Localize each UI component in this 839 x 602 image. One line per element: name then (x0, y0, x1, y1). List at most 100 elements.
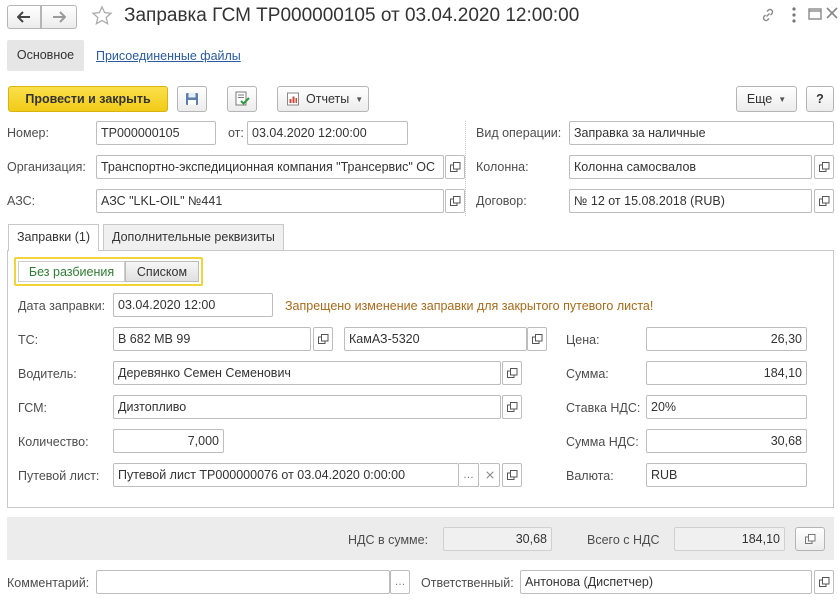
toggle-list[interactable]: Списком (125, 261, 199, 282)
open-form-icon (449, 161, 460, 172)
organization-field[interactable]: Транспортно-экспедиционная компания "Тра… (96, 155, 444, 179)
operation-label: Вид операции: (476, 126, 562, 140)
vehicle-model-field[interactable]: КамАЗ-5320 (344, 327, 527, 351)
price-field[interactable]: 26,30 (646, 327, 807, 351)
vehicle-model-open-button[interactable] (527, 327, 547, 351)
link-icon (762, 8, 774, 22)
help-button[interactable]: ? (806, 86, 834, 112)
open-form-icon (506, 367, 517, 378)
fuel-field[interactable]: Дизтопливо (113, 395, 501, 419)
driver-label: Водитель: (18, 367, 77, 381)
reports-button[interactable]: Отчеты ▼ (277, 86, 369, 112)
open-form-icon (804, 533, 815, 544)
arrow-left-icon (17, 11, 30, 23)
post-document-icon (235, 91, 250, 106)
waybill-clear-button[interactable] (480, 463, 500, 487)
vat-in-sum-field: 30,68 (443, 527, 552, 551)
open-form-icon (818, 195, 829, 206)
total-with-vat-label: Всего с НДС (587, 533, 660, 547)
more-label: Еще (746, 92, 773, 106)
refuel-date-label: Дата заправки: (18, 299, 106, 313)
page-title: Заправка ГСМ ТР000000105 от 03.04.2020 1… (124, 5, 580, 26)
tab-extra-attributes[interactable]: Дополнительные реквизиты (103, 224, 284, 250)
organization-open-button[interactable] (445, 155, 465, 179)
totals-open-button[interactable] (795, 527, 825, 551)
toggle-no-split[interactable]: Без разбиения (18, 261, 125, 282)
fuel-open-button[interactable] (502, 395, 522, 419)
vat-in-sum-label: НДС в сумме: (348, 533, 429, 547)
open-form-icon (449, 195, 460, 206)
section-files-link[interactable]: Присоединенные файлы (96, 48, 241, 64)
azs-field[interactable]: АЗС "LKL-OIL" №441 (96, 189, 444, 213)
warning-text: Запрещено изменение заправки для закрыто… (285, 299, 654, 313)
post-button[interactable] (227, 86, 257, 112)
number-label: Номер: (7, 126, 49, 140)
clear-icon (485, 471, 494, 479)
total-with-vat-field: 184,10 (674, 527, 785, 551)
column-label: Колонна: (476, 160, 529, 174)
currency-label: Валюта: (566, 469, 614, 483)
contract-field[interactable]: № 12 от 15.08.2018 (RUB) (569, 189, 812, 213)
tab-refuels[interactable]: Заправки (1) (8, 224, 100, 251)
date-field[interactable]: 03.04.2020 12:00:00 (247, 121, 408, 145)
contract-open-button[interactable] (814, 189, 834, 213)
waybill-open-button[interactable] (502, 463, 522, 487)
vehicle-label: ТС: (18, 333, 39, 347)
open-form-icon (317, 333, 328, 344)
organization-label: Организация: (7, 160, 86, 174)
responsible-field[interactable]: Антонова (Диспетчер) (520, 570, 812, 594)
chevron-down-icon: ▼ (355, 94, 364, 104)
comment-field[interactable] (96, 570, 390, 594)
reports-label: Отчеты (306, 92, 350, 106)
price-label: Цена: (566, 333, 600, 347)
more-button[interactable]: Еще ▼ (736, 86, 797, 112)
quantity-label: Количество: (18, 435, 89, 449)
sum-label: Сумма: (566, 367, 609, 381)
column-open-button[interactable] (814, 155, 834, 179)
azs-label: АЗС: (7, 194, 36, 208)
azs-open-button[interactable] (445, 189, 465, 213)
quantity-field[interactable]: 7,000 (113, 429, 224, 453)
waybill-label: Путевой лист: (18, 469, 100, 483)
open-form-icon (506, 469, 517, 480)
maximize-button[interactable] (808, 7, 822, 21)
star-icon (91, 5, 113, 25)
date-label: от: (228, 126, 244, 140)
driver-open-button[interactable] (502, 361, 522, 385)
maximize-icon (808, 8, 822, 20)
save-button[interactable] (177, 86, 207, 112)
open-form-icon (818, 576, 829, 587)
close-icon (826, 7, 838, 19)
open-form-icon (506, 401, 517, 412)
section-main[interactable]: Основное (7, 40, 84, 71)
vat-sum-label: Сумма НДС: (566, 435, 639, 449)
comment-label: Комментарий: (7, 576, 90, 590)
vehicle-open-button[interactable] (313, 327, 333, 351)
favorite-button[interactable] (91, 5, 115, 27)
column-field[interactable]: Колонна самосвалов (569, 155, 812, 179)
driver-field[interactable]: Деревянко Семен Семенович (113, 361, 501, 385)
responsible-label: Ответственный: (421, 576, 514, 590)
sum-field[interactable]: 184,10 (646, 361, 807, 385)
kebab-icon (792, 7, 796, 23)
currency-field[interactable]: RUB (646, 463, 807, 487)
close-button[interactable] (826, 7, 838, 21)
waybill-select-button[interactable]: … (459, 463, 479, 487)
vat-sum-field[interactable]: 30,68 (646, 429, 807, 453)
number-field[interactable]: ТР000000105 (96, 121, 216, 145)
responsible-open-button[interactable] (814, 570, 834, 594)
refuel-date-field[interactable]: 03.04.2020 12:00 (113, 293, 273, 317)
forward-button[interactable] (41, 5, 77, 29)
floppy-icon (186, 93, 198, 105)
operation-field[interactable]: Заправка за наличные (569, 121, 834, 145)
menu-button[interactable] (791, 6, 801, 24)
vat-rate-field[interactable]: 20% (646, 395, 807, 419)
comment-edit-button[interactable]: … (390, 570, 410, 594)
link-button[interactable] (760, 7, 776, 23)
post-and-close-button[interactable]: Провести и закрыть (8, 86, 168, 112)
waybill-field[interactable]: Путевой лист ТР000000076 от 03.04.2020 0… (113, 463, 459, 487)
back-button[interactable] (7, 5, 41, 29)
chevron-down-icon: ▼ (778, 94, 787, 104)
vehicle-plate-field[interactable]: В 682 МВ 99 (113, 327, 311, 351)
vat-rate-label: Ставка НДС: (566, 401, 641, 415)
